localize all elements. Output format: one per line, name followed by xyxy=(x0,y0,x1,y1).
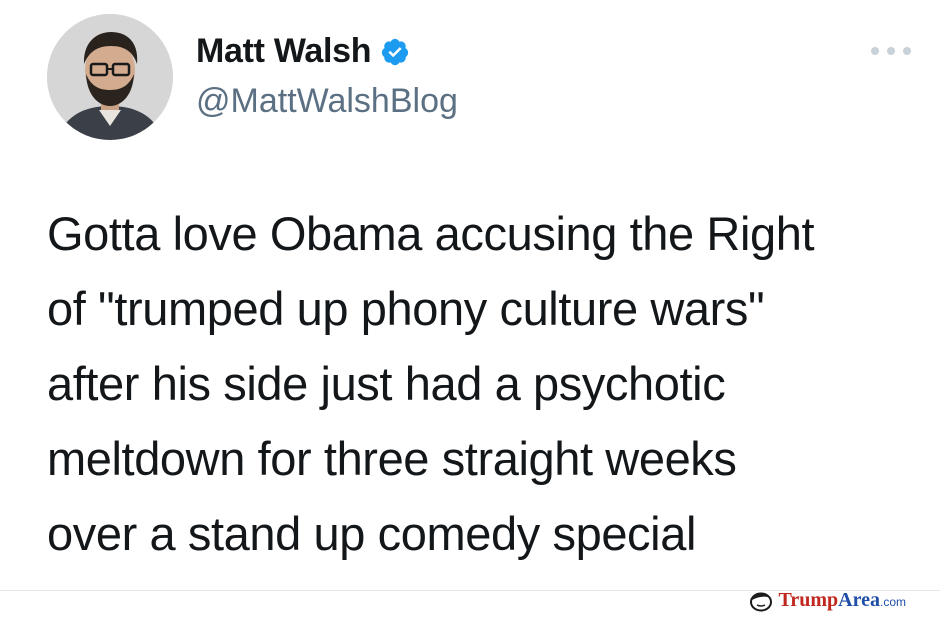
tweet-text-line: Gotta love Obama accusing the Right xyxy=(47,207,815,260)
tweet-text-line: meltdown for three straight weeks xyxy=(47,432,737,485)
verified-badge-icon xyxy=(382,38,409,66)
tweet-text-line: of "trumped up phony culture wars" xyxy=(47,282,765,335)
ellipsis-dot xyxy=(887,47,895,55)
watermark: TrumpArea.com xyxy=(749,588,907,614)
watermark-area: Area xyxy=(838,589,880,611)
ellipsis-icon[interactable] xyxy=(871,44,911,58)
ellipsis-dot xyxy=(903,47,911,55)
tweet-text: Gotta love Obama accusing the Right of "… xyxy=(47,196,927,571)
tweet-text-line: after his side just had a psychotic xyxy=(47,357,726,410)
avatar[interactable] xyxy=(47,14,173,140)
profile-photo-icon xyxy=(47,14,173,140)
author-handle[interactable]: @MattWalshBlog xyxy=(196,81,458,121)
trump-hair-logo-icon xyxy=(749,592,772,612)
ellipsis-dot xyxy=(871,47,879,55)
page: Matt Walsh @MattWalshBlog Gotta love Oba… xyxy=(0,0,940,617)
author-name[interactable]: Matt Walsh xyxy=(196,31,371,71)
author-name-row: Matt Walsh xyxy=(196,31,410,71)
tweet-card[interactable]: Matt Walsh @MattWalshBlog Gotta love Oba… xyxy=(0,0,940,591)
tweet-text-line: over a stand up comedy special xyxy=(47,507,696,560)
watermark-dotcom: .com xyxy=(879,595,906,609)
watermark-text: TrumpArea.com xyxy=(779,588,907,614)
watermark-trump: Trump xyxy=(778,589,839,611)
